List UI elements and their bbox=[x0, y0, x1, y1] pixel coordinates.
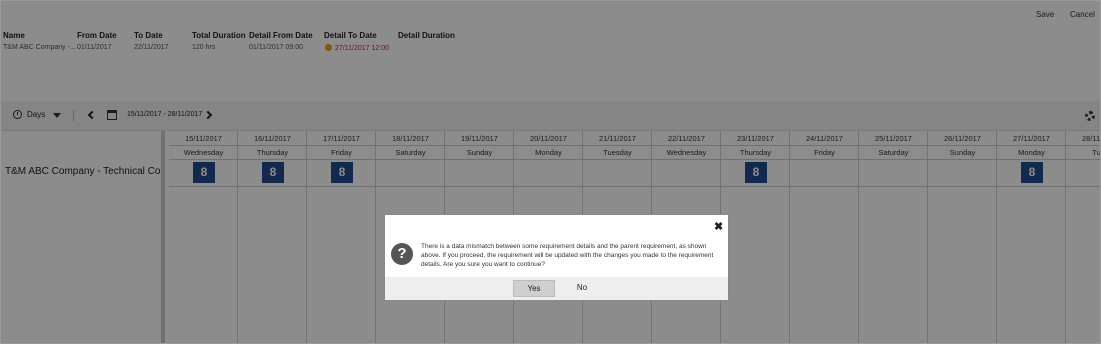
question-icon: ? bbox=[391, 243, 413, 265]
no-button[interactable]: No bbox=[567, 280, 597, 297]
close-icon[interactable]: ✖ bbox=[714, 220, 723, 233]
yes-button[interactable]: Yes bbox=[513, 280, 555, 297]
dialog-footer: Yes No bbox=[385, 277, 728, 300]
dialog-header: ✖ bbox=[385, 215, 728, 237]
confirm-dialog: ✖ ? There is a data mismatch between som… bbox=[384, 214, 729, 301]
dialog-message: There is a data mismatch between some re… bbox=[421, 243, 714, 268]
app-window: Save Cancel Name From Date To Date Total… bbox=[0, 0, 1101, 344]
